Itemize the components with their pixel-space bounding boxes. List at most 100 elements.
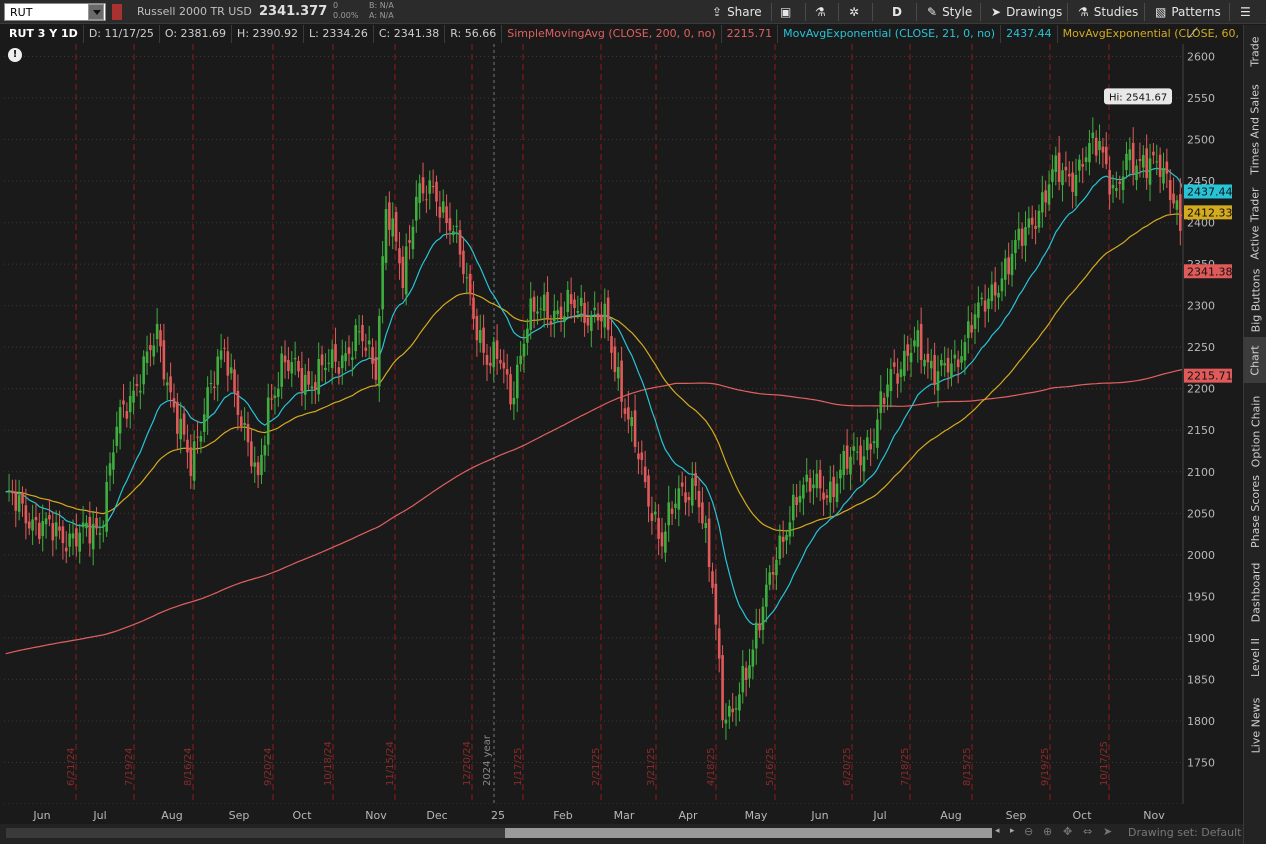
- price-tag-label: 2215.71: [1187, 370, 1233, 383]
- divider: [916, 3, 917, 21]
- pointer-icon[interactable]: ➤: [1103, 825, 1112, 838]
- style-label: Style: [942, 5, 973, 19]
- sidebar-tab-active-trader[interactable]: Active Trader: [1244, 183, 1266, 263]
- y-tick-label: 1800: [1187, 715, 1215, 728]
- ema21-label[interactable]: MovAvgExponential (CLOSE, 21, 0, no): [778, 25, 1002, 43]
- x-tick-label: Nov: [1143, 809, 1165, 822]
- bar-date: D: 11/17/25: [84, 25, 160, 43]
- bar-range: R: 56.66: [445, 25, 503, 43]
- share-button[interactable]: ⇪ Share: [712, 3, 762, 21]
- patterns-label: Patterns: [1171, 5, 1221, 19]
- x-tick-label: Jun: [32, 809, 50, 822]
- price-tag-label: 2437.44: [1187, 185, 1233, 198]
- timeframe-label[interactable]: RUT 3 Y 1D: [4, 25, 84, 43]
- ema60-label[interactable]: MovAvgExponential (CLOSE, 60, 0, no): [1058, 25, 1266, 43]
- zoom-in-icon[interactable]: ⊕: [1043, 825, 1052, 838]
- sidebar-tab-live-news[interactable]: Live News: [1244, 685, 1266, 765]
- bid-ask: B: N/A A: N/A: [369, 1, 394, 21]
- x-tick-label: Dec: [426, 809, 447, 822]
- aggregation-button[interactable]: D: [892, 3, 902, 21]
- alert-flag-icon[interactable]: [112, 4, 122, 20]
- fit-icon[interactable]: ⇔: [1083, 825, 1092, 838]
- sidebar-tab-label: Dashboard: [1249, 562, 1262, 622]
- y-tick-label: 2100: [1187, 466, 1215, 479]
- snapshot-button[interactable]: ▣: [780, 3, 791, 21]
- zoom-out-icon[interactable]: ⊖: [1024, 825, 1033, 838]
- pan-icon[interactable]: ✥: [1063, 825, 1072, 838]
- scroll-left-icon[interactable]: ◂: [995, 826, 1000, 836]
- change-percent: 0.00%: [333, 11, 359, 20]
- divider: [980, 3, 981, 21]
- sidebar-tab-chart[interactable]: Chart: [1244, 337, 1266, 383]
- x-tick-label: Oct: [1072, 809, 1092, 822]
- sidebar-tab-times-and-sales[interactable]: Times And Sales: [1244, 77, 1266, 181]
- x-tick-label: Aug: [940, 809, 961, 822]
- y-tick-label: 1900: [1187, 632, 1215, 645]
- drawings-button[interactable]: ➤ Drawings: [991, 3, 1062, 21]
- divider: [872, 3, 873, 21]
- divider: [771, 3, 772, 21]
- menu-icon: ☰: [1240, 5, 1251, 19]
- sidebar-tab-label: Level II: [1249, 637, 1262, 677]
- last-price: 2341.377: [259, 4, 328, 19]
- studies-button[interactable]: ⚗ Studies: [1078, 3, 1138, 21]
- x-tick-label: Aug: [161, 809, 182, 822]
- sidebar-tab-label: Phase Scores: [1249, 474, 1263, 548]
- x-tick-label: Apr: [678, 809, 698, 822]
- x-tick-label: Feb: [553, 809, 572, 822]
- patterns-button[interactable]: ▧ Patterns: [1155, 3, 1221, 21]
- menu-button[interactable]: ☰: [1240, 3, 1251, 21]
- sidebar-tab-label: Trade: [1249, 35, 1262, 67]
- price-tag-label: 2341.38: [1187, 265, 1233, 278]
- x-tick-label: 25: [491, 809, 505, 822]
- flask-icon: ⚗: [815, 5, 826, 19]
- y-tick-label: 2000: [1187, 549, 1215, 562]
- sma200-label[interactable]: SimpleMovingAvg (CLOSE, 200, 0, no): [502, 25, 722, 43]
- cursor-icon: ➤: [991, 5, 1002, 19]
- divider: [1144, 3, 1145, 21]
- camera-icon: ▣: [780, 5, 792, 19]
- sidebar-tab-label: Option Chain: [1249, 395, 1263, 467]
- bar-close: C: 2341.38: [374, 25, 446, 43]
- style-icon: ✎: [927, 5, 938, 19]
- scrollbar-thumb[interactable]: [505, 828, 992, 838]
- studies-label: Studies: [1093, 5, 1139, 19]
- sidebar-tab-label: Active Trader: [1249, 186, 1263, 260]
- drawing-set-label: Drawing set: Default: [1128, 826, 1242, 839]
- sidebar-tab-phase-scores[interactable]: Phase Scores: [1244, 468, 1266, 554]
- x-tick-label: May: [745, 809, 768, 822]
- sidebar-tab-dashboard[interactable]: Dashboard: [1244, 555, 1266, 629]
- sidebar-tab-label: Live News: [1249, 697, 1262, 753]
- sidebar-tab-label: Chart: [1249, 344, 1263, 376]
- settings-button[interactable]: ✲: [849, 3, 859, 21]
- chart-settings-icon[interactable]: ⟋: [1188, 26, 1198, 42]
- symbol-dropdown-button[interactable]: [88, 4, 104, 20]
- share-label: Share: [727, 5, 762, 19]
- sidebar-tab-trade[interactable]: Trade: [1244, 25, 1266, 77]
- right-sidebar: Trade Times And Sales Active Trader Big But…: [1243, 25, 1266, 844]
- flask-icon: ⚗: [1078, 5, 1089, 19]
- sma200-value: 2215.71: [722, 25, 779, 43]
- gear-icon: ✲: [849, 5, 860, 19]
- sidebar-tab-label: Big Buttons: [1249, 268, 1263, 332]
- divider: [1229, 3, 1230, 21]
- y-tick-label: 1750: [1187, 756, 1215, 769]
- divider: [805, 3, 806, 21]
- x-tick-label: Jul: [872, 809, 886, 822]
- drawings-label: Drawings: [1006, 5, 1063, 19]
- sidebar-tab-big-buttons[interactable]: Big Buttons: [1244, 263, 1266, 337]
- flask-button[interactable]: ⚗: [815, 3, 826, 21]
- x-tick-label: Jun: [810, 809, 828, 822]
- style-button[interactable]: ✎ Style: [927, 3, 972, 21]
- sidebar-tab-option-chain[interactable]: Option Chain: [1244, 395, 1266, 467]
- ema21-value: 2437.44: [1001, 25, 1058, 43]
- chart-axes: 1750 1800 1850 1900 1950 2000 2050 2100 2150 2200…: [32, 44, 1233, 822]
- patterns-icon: ▧: [1155, 5, 1167, 19]
- sidebar-tab-level-ii[interactable]: Level II: [1244, 630, 1266, 684]
- bar-high: H: 2390.92: [232, 25, 305, 43]
- divider: [1067, 3, 1068, 21]
- net-change: 0 0.00%: [333, 1, 358, 21]
- y-tick-label: 2300: [1187, 300, 1215, 313]
- scroll-right-icon[interactable]: ▸: [1010, 826, 1015, 836]
- x-tick-label: Mar: [614, 809, 635, 822]
